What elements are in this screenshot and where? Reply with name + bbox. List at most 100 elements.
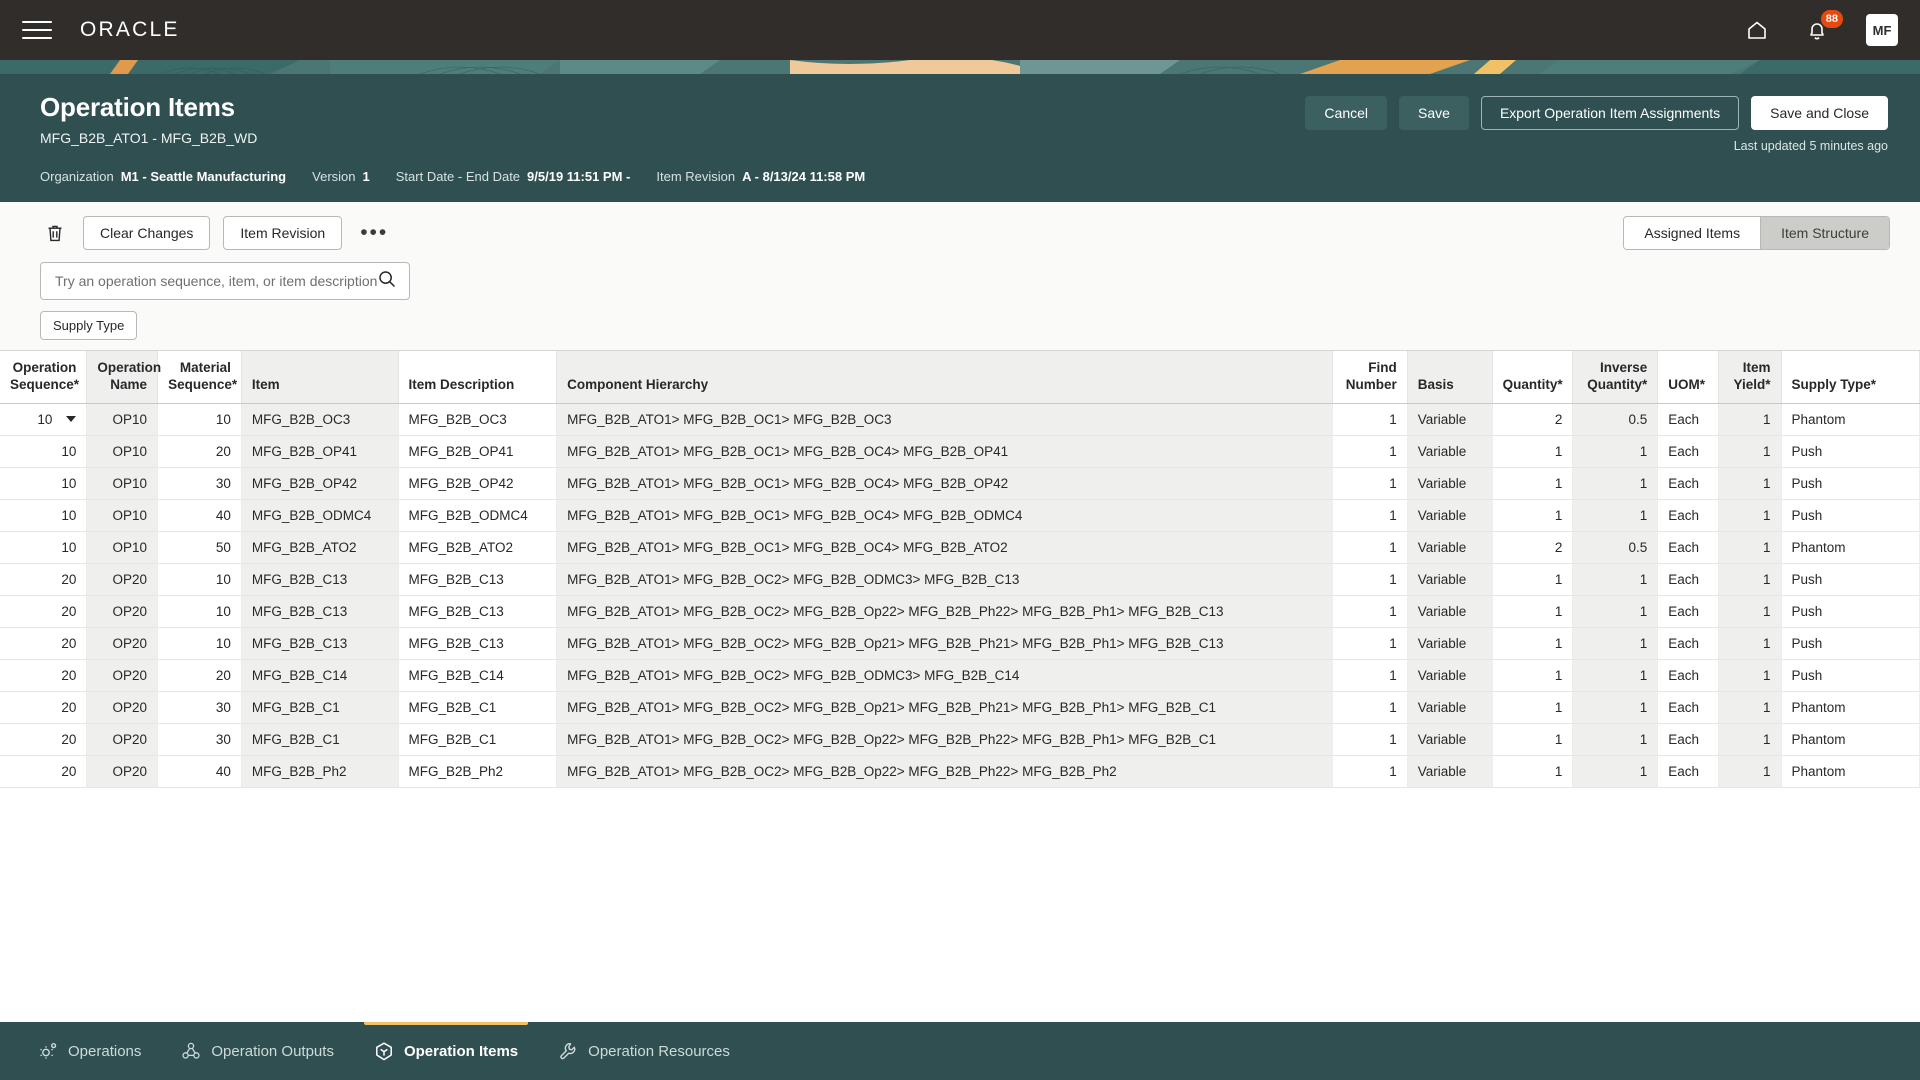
cell-material_sequence[interactable]: 30 (158, 467, 242, 499)
cell-component_hierarchy[interactable]: MFG_B2B_ATO1> MFG_B2B_OC1> MFG_B2B_OC4> … (557, 435, 1333, 467)
col-basis[interactable]: Basis (1407, 351, 1492, 403)
cell-operation_sequence[interactable]: 20 (0, 627, 87, 659)
cell-item[interactable]: MFG_B2B_OC3 (241, 403, 398, 435)
cell-uom[interactable]: Each (1658, 627, 1719, 659)
cell-find_number[interactable]: 1 (1332, 627, 1407, 659)
cell-item_description[interactable]: MFG_B2B_ATO2 (398, 531, 557, 563)
table-row[interactable]: 20OP2030MFG_B2B_C1MFG_B2B_C1MFG_B2B_ATO1… (0, 723, 1920, 755)
cell-supply_type[interactable]: Phantom (1781, 723, 1920, 755)
col-uom[interactable]: UOM* (1658, 351, 1719, 403)
home-icon[interactable] (1742, 15, 1772, 45)
operation-sequence-editable-cell[interactable]: 10 (10, 412, 76, 427)
cell-quantity[interactable]: 1 (1492, 691, 1573, 723)
cell-inverse_quantity[interactable]: 1 (1573, 755, 1658, 787)
cell-inverse_quantity[interactable]: 1 (1573, 467, 1658, 499)
col-item-yield[interactable]: Item Yield* (1718, 351, 1781, 403)
toggle-item-structure[interactable]: Item Structure (1760, 217, 1889, 249)
cell-material_sequence[interactable]: 40 (158, 499, 242, 531)
table-row[interactable]: 10OP1050MFG_B2B_ATO2MFG_B2B_ATO2MFG_B2B_… (0, 531, 1920, 563)
cell-inverse_quantity[interactable]: 1 (1573, 691, 1658, 723)
cell-supply_type[interactable]: Push (1781, 499, 1920, 531)
cell-find_number[interactable]: 1 (1332, 659, 1407, 691)
cell-component_hierarchy[interactable]: MFG_B2B_ATO1> MFG_B2B_OC2> MFG_B2B_Op22>… (557, 755, 1333, 787)
delete-trash-icon[interactable] (40, 218, 70, 248)
cell-component_hierarchy[interactable]: MFG_B2B_ATO1> MFG_B2B_OC1> MFG_B2B_OC4> … (557, 499, 1333, 531)
cell-component_hierarchy[interactable]: MFG_B2B_ATO1> MFG_B2B_OC2> MFG_B2B_Op22>… (557, 723, 1333, 755)
cell-component_hierarchy[interactable]: MFG_B2B_ATO1> MFG_B2B_OC2> MFG_B2B_ODMC3… (557, 659, 1333, 691)
operation-items-table-container[interactable]: Operation Sequence* Operation Name Mater… (0, 350, 1920, 1022)
item-revision-button[interactable]: Item Revision (223, 216, 342, 250)
cell-item_yield[interactable]: 1 (1718, 755, 1781, 787)
cell-quantity[interactable]: 1 (1492, 435, 1573, 467)
cell-material_sequence[interactable]: 10 (158, 595, 242, 627)
cell-quantity[interactable]: 1 (1492, 659, 1573, 691)
cell-find_number[interactable]: 1 (1332, 595, 1407, 627)
cell-inverse_quantity[interactable]: 1 (1573, 595, 1658, 627)
cell-quantity[interactable]: 2 (1492, 403, 1573, 435)
table-row[interactable]: 20OP2030MFG_B2B_C1MFG_B2B_C1MFG_B2B_ATO1… (0, 691, 1920, 723)
cell-quantity[interactable]: 2 (1492, 531, 1573, 563)
cell-material_sequence[interactable]: 50 (158, 531, 242, 563)
cell-uom[interactable]: Each (1658, 403, 1719, 435)
cell-operation_name[interactable]: OP10 (87, 467, 158, 499)
col-item[interactable]: Item (241, 351, 398, 403)
cell-operation_name[interactable]: OP10 (87, 531, 158, 563)
cell-component_hierarchy[interactable]: MFG_B2B_ATO1> MFG_B2B_OC2> MFG_B2B_ODMC3… (557, 563, 1333, 595)
cell-item[interactable]: MFG_B2B_OP42 (241, 467, 398, 499)
cell-inverse_quantity[interactable]: 1 (1573, 723, 1658, 755)
cell-material_sequence[interactable]: 10 (158, 403, 242, 435)
cell-item_yield[interactable]: 1 (1718, 467, 1781, 499)
table-row[interactable]: 10OP1040MFG_B2B_ODMC4MFG_B2B_ODMC4MFG_B2… (0, 499, 1920, 531)
cell-operation_name[interactable]: OP20 (87, 563, 158, 595)
cell-inverse_quantity[interactable]: 1 (1573, 659, 1658, 691)
cell-find_number[interactable]: 1 (1332, 531, 1407, 563)
cell-item_description[interactable]: MFG_B2B_C13 (398, 627, 557, 659)
cell-operation_name[interactable]: OP20 (87, 723, 158, 755)
cell-item_description[interactable]: MFG_B2B_C1 (398, 691, 557, 723)
bottom-tab-operation-resources[interactable]: Operation Resources (538, 1022, 750, 1080)
cell-item_yield[interactable]: 1 (1718, 403, 1781, 435)
cell-item[interactable]: MFG_B2B_OP41 (241, 435, 398, 467)
cell-item_yield[interactable]: 1 (1718, 499, 1781, 531)
cell-inverse_quantity[interactable]: 1 (1573, 627, 1658, 659)
col-find-number[interactable]: Find Number (1332, 351, 1407, 403)
cell-operation_sequence[interactable]: 20 (0, 691, 87, 723)
cell-basis[interactable]: Variable (1407, 691, 1492, 723)
export-operation-item-assignments-button[interactable]: Export Operation Item Assignments (1481, 96, 1739, 130)
cell-uom[interactable]: Each (1658, 531, 1719, 563)
cell-uom[interactable]: Each (1658, 563, 1719, 595)
cell-quantity[interactable]: 1 (1492, 627, 1573, 659)
cell-operation_name[interactable]: OP10 (87, 435, 158, 467)
cell-operation_name[interactable]: OP20 (87, 755, 158, 787)
cell-basis[interactable]: Variable (1407, 435, 1492, 467)
col-item-description[interactable]: Item Description (398, 351, 557, 403)
cell-item[interactable]: MFG_B2B_C1 (241, 723, 398, 755)
table-row[interactable]: 10OP1030MFG_B2B_OP42MFG_B2B_OP42MFG_B2B_… (0, 467, 1920, 499)
cell-component_hierarchy[interactable]: MFG_B2B_ATO1> MFG_B2B_OC2> MFG_B2B_Op21>… (557, 691, 1333, 723)
bottom-tab-operations[interactable]: Operations (18, 1022, 161, 1080)
cell-find_number[interactable]: 1 (1332, 499, 1407, 531)
cell-item[interactable]: MFG_B2B_C1 (241, 691, 398, 723)
cell-item[interactable]: MFG_B2B_ODMC4 (241, 499, 398, 531)
cell-operation_sequence[interactable]: 10 (0, 435, 87, 467)
chevron-down-icon[interactable] (66, 416, 76, 422)
table-row[interactable]: 10OP1020MFG_B2B_OP41MFG_B2B_OP41MFG_B2B_… (0, 435, 1920, 467)
cell-item_description[interactable]: MFG_B2B_OC3 (398, 403, 557, 435)
cell-supply_type[interactable]: Push (1781, 627, 1920, 659)
col-component-hierarchy[interactable]: Component Hierarchy (557, 351, 1333, 403)
hamburger-menu-icon[interactable] (22, 15, 52, 45)
cell-find_number[interactable]: 1 (1332, 435, 1407, 467)
cell-item_yield[interactable]: 1 (1718, 531, 1781, 563)
cell-quantity[interactable]: 1 (1492, 563, 1573, 595)
table-row[interactable]: 20OP2010MFG_B2B_C13MFG_B2B_C13MFG_B2B_AT… (0, 627, 1920, 659)
cell-item_description[interactable]: MFG_B2B_C14 (398, 659, 557, 691)
cell-item[interactable]: MFG_B2B_C13 (241, 563, 398, 595)
cell-find_number[interactable]: 1 (1332, 563, 1407, 595)
cell-supply_type[interactable]: Phantom (1781, 691, 1920, 723)
cell-quantity[interactable]: 1 (1492, 467, 1573, 499)
cell-item_yield[interactable]: 1 (1718, 435, 1781, 467)
cell-uom[interactable]: Each (1658, 435, 1719, 467)
cell-item_description[interactable]: MFG_B2B_C1 (398, 723, 557, 755)
search-icon[interactable] (377, 269, 397, 294)
cell-supply_type[interactable]: Phantom (1781, 755, 1920, 787)
